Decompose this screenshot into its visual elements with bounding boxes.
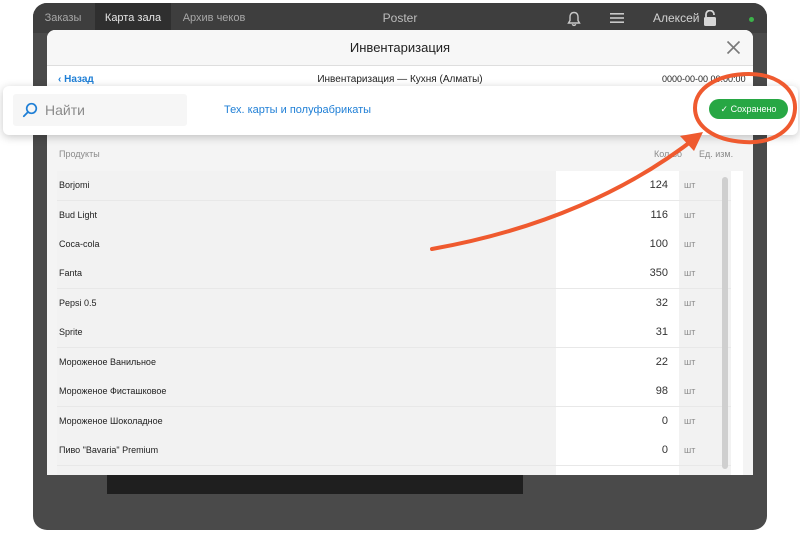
table-row[interactable]: Мороженое Ванильное 22 шт [57,348,731,378]
table-row[interactable]: Пиво "Bavaria" Premium 0 шт [57,436,731,466]
column-header-unit: Ед. изм. [699,149,734,159]
lock-icon[interactable] [703,10,717,26]
product-name: Fanta [59,268,83,278]
table-row[interactable] [57,466,731,475]
search-input[interactable] [45,100,181,120]
table-row[interactable]: Sprite 31 шт [57,318,731,348]
search-icon [22,102,38,118]
table-row[interactable]: Coca-cola 100 шт [57,230,731,260]
user-name[interactable]: Алексей [653,3,699,33]
product-name: Borjomi [59,180,90,190]
quantity-input[interactable]: 116 [556,201,679,230]
bell-icon[interactable] [566,11,582,27]
unit-label: шт [684,416,696,426]
column-header-quantity: Кол-во [654,149,682,159]
tech-cards-link[interactable]: Тех. карты и полуфабрикаты [224,86,371,135]
quantity-input[interactable]: 100 [556,230,679,259]
quantity-input[interactable] [556,466,679,475]
inventory-toolbar: Тех. карты и полуфабрикаты ✓ Сохранено [3,86,798,135]
product-name: Pepsi 0.5 [59,298,97,308]
table-row[interactable]: Мороженое Фисташковое 98 шт [57,377,731,407]
table-row[interactable]: Pepsi 0.5 32 шт [57,289,731,319]
unit-label: шт [684,327,696,337]
quantity-input[interactable]: 350 [556,259,679,288]
quantity-input[interactable]: 32 [556,289,679,318]
top-bar: Заказы Карта зала Архив чеков Poster Але… [33,3,767,33]
close-icon[interactable] [726,40,741,55]
table-row[interactable]: Bud Light 116 шт [57,201,731,231]
table-row[interactable]: Мороженое Шоколадное 0 шт [57,407,731,437]
saved-status-button[interactable]: ✓ Сохранено [709,99,788,119]
product-name: Bud Light [59,210,98,220]
product-name: Мороженое Фисташковое [59,386,167,396]
quantity-input[interactable]: 31 [556,318,679,347]
unit-label: шт [684,445,696,455]
product-name: Coca-cola [59,239,100,249]
background-panel [107,475,523,494]
column-header-products: Продукты [59,149,100,159]
online-status-dot [749,17,754,22]
unit-label: шт [684,357,696,367]
unit-label: шт [684,268,696,278]
search-box[interactable] [13,94,187,126]
unit-label: шт [684,386,696,396]
unit-label: шт [684,180,696,190]
table-row[interactable]: Borjomi 124 шт [57,171,731,201]
quantity-input[interactable]: 22 [556,348,679,377]
modal-header: Инвентаризация [47,30,753,66]
modal-title: Инвентаризация [349,40,451,55]
product-name: Sprite [59,327,83,337]
unit-label: шт [684,239,696,249]
table-scrollbar[interactable] [722,177,728,469]
unit-label: шт [684,298,696,308]
product-name: Мороженое Ванильное [59,357,156,367]
quantity-input[interactable]: 124 [556,171,679,200]
menu-icon[interactable] [610,12,624,24]
unit-label: шт [684,210,696,220]
quantity-input[interactable]: 0 [556,436,679,465]
product-name: Мороженое Шоколадное [59,416,163,426]
quantity-input[interactable]: 0 [556,407,679,436]
table-row[interactable]: Fanta 350 шт [57,259,731,289]
quantity-input[interactable]: 98 [556,377,679,406]
product-name: Пиво "Bavaria" Premium [59,445,159,455]
products-table: Borjomi 124 шт Bud Light 116 шт Coca-col… [57,171,743,475]
